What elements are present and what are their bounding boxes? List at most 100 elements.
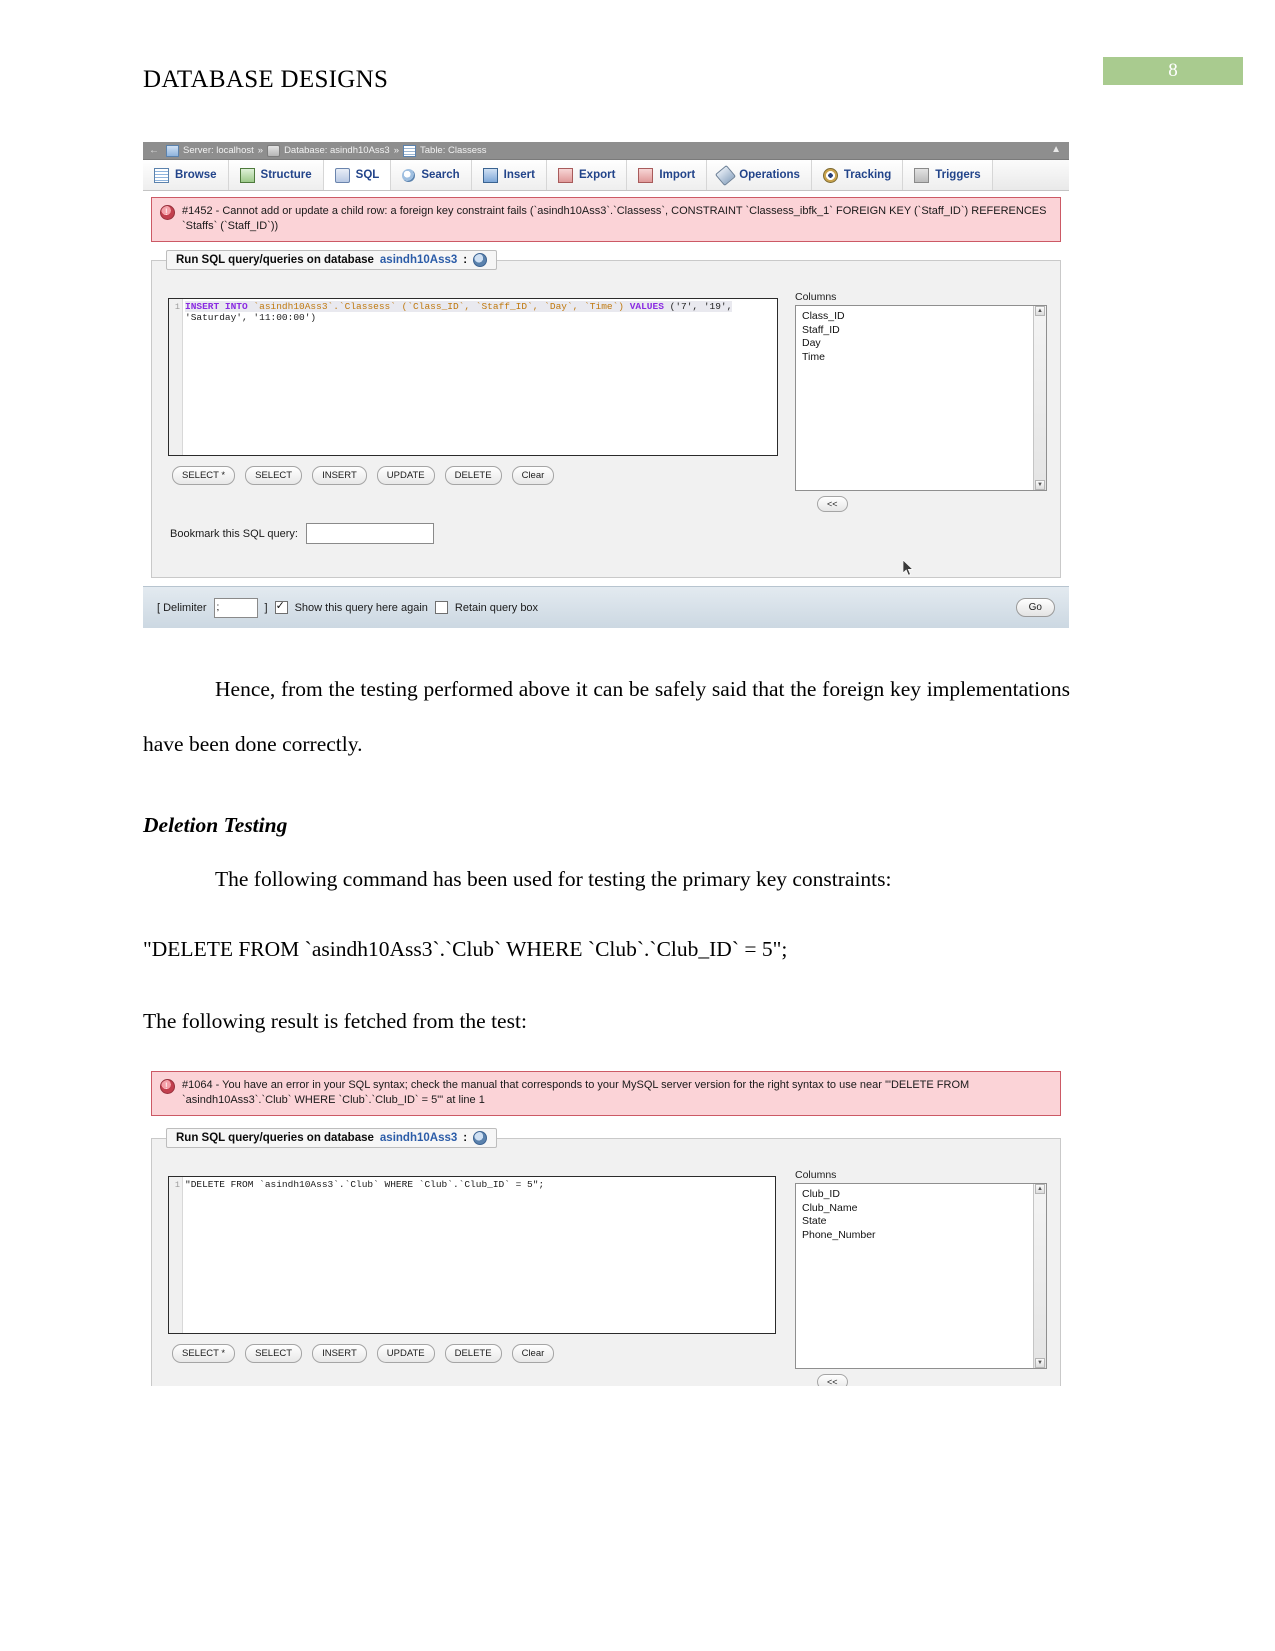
- sql-action-buttons-1: SELECT * SELECT INSERT UPDATE DELETE Cle…: [172, 466, 555, 485]
- legend-prefix: Run SQL query/queries on database: [176, 254, 374, 266]
- sql-values-line2: 'Saturday', '11:00:00'): [185, 312, 317, 323]
- sql-icon: [334, 167, 350, 183]
- collapse-icon[interactable]: ▲: [1051, 144, 1061, 155]
- tab-triggers-label: Triggers: [935, 169, 981, 181]
- delete-button-2[interactable]: DELETE: [444, 1344, 502, 1363]
- select-all-button-2[interactable]: SELECT *: [172, 1344, 236, 1363]
- select-button[interactable]: SELECT: [245, 466, 303, 485]
- breadcrumb-table[interactable]: Table: Classess: [420, 145, 487, 156]
- import-icon: [638, 167, 654, 183]
- column-item[interactable]: Day: [802, 337, 1040, 351]
- bookmark-label: Bookmark this SQL query:: [170, 527, 298, 540]
- tab-insert[interactable]: Insert: [471, 160, 547, 190]
- clear-button-2[interactable]: Clear: [511, 1344, 555, 1363]
- triggers-icon: [914, 167, 930, 183]
- tab-sql[interactable]: SQL: [323, 160, 392, 190]
- retain-query-checkbox[interactable]: [434, 601, 448, 614]
- paragraph-deletion-intro: The following command has been used for …: [215, 867, 892, 891]
- columns-scrollbar-2[interactable]: ▲ ▼: [1033, 1184, 1046, 1368]
- paragraph-result-intro: The following result is fetched from the…: [143, 1009, 527, 1033]
- column-item[interactable]: Time: [802, 351, 1040, 365]
- tab-search-label: Search: [421, 169, 460, 181]
- legend-suffix: :: [463, 254, 468, 266]
- tab-structure-label: Structure: [260, 169, 312, 181]
- scroll-up-icon-2[interactable]: ▲: [1035, 1184, 1045, 1194]
- search-icon: [402, 168, 416, 182]
- scroll-down-icon-2[interactable]: ▼: [1035, 1358, 1045, 1368]
- page-title: DATABASE DESIGNS: [143, 66, 389, 93]
- clear-button[interactable]: Clear: [511, 466, 555, 485]
- structure-icon: [239, 167, 255, 183]
- breadcrumb-server[interactable]: Server: localhost: [183, 145, 254, 156]
- help-icon-2[interactable]: [473, 1131, 488, 1145]
- insert-columns-button-2[interactable]: <<: [817, 1374, 848, 1386]
- tab-browse[interactable]: Browse: [143, 160, 229, 190]
- tab-tracking[interactable]: Tracking: [811, 160, 904, 190]
- sql-footer-bar: [ Delimiter ] Show this query here again…: [143, 586, 1069, 628]
- insert-columns-button[interactable]: <<: [817, 496, 848, 512]
- phpmyadmin-screenshot-1: ← Server: localhost » Database: asindh10…: [143, 142, 1069, 628]
- column-item[interactable]: Club_Name: [802, 1202, 1040, 1216]
- help-icon[interactable]: [473, 253, 488, 267]
- breadcrumb-database[interactable]: Database: asindh10Ass3: [284, 145, 390, 156]
- insert-icon: [482, 167, 498, 183]
- export-icon: [558, 167, 573, 183]
- error-icon: [160, 205, 175, 220]
- tab-search[interactable]: Search: [391, 160, 472, 190]
- tab-browse-label: Browse: [175, 169, 217, 181]
- tab-insert-label: Insert: [503, 169, 535, 181]
- sql-action-buttons-2: SELECT * SELECT INSERT UPDATE DELETE Cle…: [172, 1344, 555, 1363]
- column-item[interactable]: Club_ID: [802, 1188, 1040, 1202]
- panel-legend: Run SQL query/queries on database asindh…: [166, 250, 498, 270]
- tab-export[interactable]: Export: [547, 160, 628, 190]
- columns-scrollbar[interactable]: ▲ ▼: [1033, 306, 1046, 490]
- update-button[interactable]: UPDATE: [376, 466, 435, 485]
- bookmark-row: Bookmark this SQL query:: [170, 523, 434, 544]
- select-all-button[interactable]: SELECT *: [172, 466, 236, 485]
- bookmark-input[interactable]: [305, 523, 434, 544]
- columns-list[interactable]: Class_ID Staff_ID Day Time ▲ ▼: [795, 305, 1047, 491]
- columns-panel-1: Columns Class_ID Staff_ID Day Time ▲ ▼ <…: [795, 291, 1047, 512]
- insert-button[interactable]: INSERT: [312, 466, 367, 485]
- columns-list-2[interactable]: Club_ID Club_Name State Phone_Number ▲ ▼: [795, 1183, 1047, 1369]
- tab-bar: Browse Structure SQL Search Insert Expor…: [143, 160, 1069, 191]
- update-button-2[interactable]: UPDATE: [376, 1344, 435, 1363]
- sql-editor-1[interactable]: 1 INSERT INTO `asindh10Ass3`.`Classess` …: [168, 298, 778, 456]
- tab-tracking-label: Tracking: [843, 169, 892, 181]
- phpmyadmin-screenshot-2: #1064 - You have an error in your SQL sy…: [143, 1062, 1069, 1386]
- column-item[interactable]: Phone_Number: [802, 1229, 1040, 1243]
- sql-editor-2[interactable]: 1 "DELETE FROM `asindh10Ass3`.`Club` WHE…: [168, 1176, 776, 1334]
- error-message-2: #1064 - You have an error in your SQL sy…: [151, 1071, 1061, 1116]
- error-icon-2: [160, 1079, 175, 1094]
- database-icon: [267, 144, 281, 157]
- insert-button-2[interactable]: INSERT: [312, 1344, 367, 1363]
- delimiter-open-label: [ Delimiter: [157, 601, 207, 614]
- tab-import[interactable]: Import: [627, 160, 708, 190]
- columns-panel-2: Columns Club_ID Club_Name State Phone_Nu…: [795, 1169, 1047, 1386]
- paragraph-delete-command: "DELETE FROM `asindh10Ass3`.`Club` WHERE…: [143, 937, 788, 961]
- sql-values-line1: ('7', '19',: [669, 301, 733, 312]
- column-item[interactable]: Class_ID: [802, 310, 1040, 324]
- tab-triggers[interactable]: Triggers: [903, 160, 993, 190]
- back-arrow-icon[interactable]: ←: [149, 145, 159, 156]
- columns-label: Columns: [795, 291, 837, 303]
- scroll-up-icon[interactable]: ▲: [1035, 306, 1045, 316]
- legend-database: asindh10Ass3: [379, 254, 458, 266]
- error-text: #1452 - Cannot add or update a child row…: [182, 205, 1047, 232]
- sql-target: `asindh10Ass3`.`Classess`: [253, 301, 396, 312]
- breadcrumb-separator-2: »: [393, 145, 399, 156]
- select-button-2[interactable]: SELECT: [245, 1344, 303, 1363]
- tab-operations[interactable]: Operations: [707, 160, 812, 190]
- delete-button[interactable]: DELETE: [444, 466, 502, 485]
- delimiter-close-label: ]: [264, 601, 268, 614]
- tab-structure[interactable]: Structure: [228, 160, 324, 190]
- show-query-label: Show this query here again: [294, 601, 428, 614]
- show-query-checkbox[interactable]: [274, 599, 288, 614]
- column-item[interactable]: State: [802, 1215, 1040, 1229]
- column-item[interactable]: Staff_ID: [802, 324, 1040, 338]
- scroll-down-icon[interactable]: ▼: [1035, 480, 1045, 490]
- go-button[interactable]: Go: [1015, 598, 1055, 617]
- legend-database-2: asindh10Ass3: [379, 1132, 458, 1144]
- sql-query-panel-2: Run SQL query/queries on database asindh…: [151, 1128, 1061, 1386]
- delimiter-input[interactable]: [213, 597, 258, 618]
